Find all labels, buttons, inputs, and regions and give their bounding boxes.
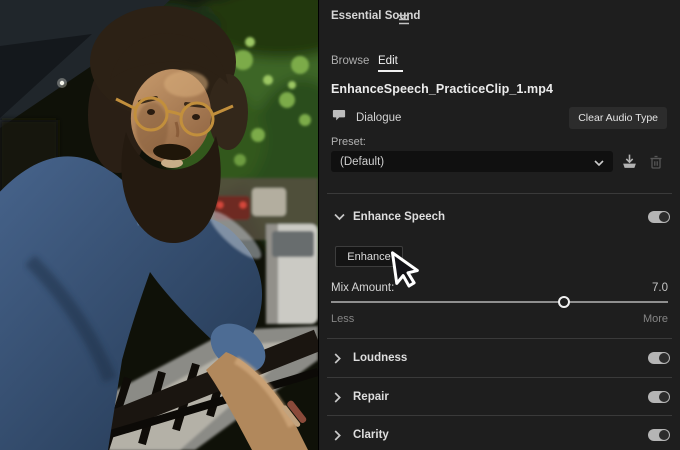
save-preset-icon[interactable] (618, 151, 640, 172)
chevron-down-icon (594, 153, 604, 171)
repair-toggle[interactable] (648, 391, 670, 403)
section-label: Enhance Speech (353, 211, 445, 223)
clear-audio-type-button[interactable]: Clear Audio Type (569, 107, 667, 129)
slider-min-label: Less (331, 313, 354, 325)
tab-edit[interactable]: Edit (378, 55, 398, 67)
tab-browse[interactable]: Browse (331, 55, 369, 67)
active-tab-underline (378, 70, 403, 72)
mix-amount-value: 7.0 (652, 282, 668, 294)
section-label: Loudness (353, 352, 407, 364)
toggle-knob (659, 430, 669, 440)
trash-icon (646, 151, 666, 172)
mix-amount-label: Mix Amount: (331, 282, 394, 294)
mix-slider-handle[interactable] (558, 296, 570, 308)
section-clarity: Clarity (319, 423, 680, 447)
preset-dropdown[interactable]: (Default) (331, 151, 613, 172)
divider (327, 415, 672, 416)
chevron-down-icon[interactable] (334, 213, 353, 221)
toggle-knob (659, 392, 669, 402)
preset-label: Preset: (331, 136, 366, 148)
app-window: Essential Sound Browse Edit EnhanceSpeec… (0, 0, 680, 450)
loudness-toggle[interactable] (648, 352, 670, 364)
section-label: Clarity (353, 429, 389, 441)
section-loudness: Loudness (319, 346, 680, 370)
enhance-speech-toggle[interactable] (648, 211, 670, 223)
audio-type-row: Dialogue Clear Audio Type (319, 106, 680, 130)
chevron-right-icon[interactable] (334, 430, 353, 441)
clip-name: EnhanceSpeech_PracticeClip_1.mp4 (331, 82, 553, 96)
section-enhance-speech: Enhance Speech (319, 205, 680, 229)
preset-value: (Default) (340, 156, 594, 168)
video-preview-frame (0, 0, 318, 450)
section-label: Repair (353, 391, 389, 403)
speech-bubble-icon (332, 109, 346, 127)
divider (327, 338, 672, 339)
slider-max-label: More (643, 313, 668, 325)
video-preview-art (0, 0, 318, 450)
divider (327, 377, 672, 378)
essential-sound-panel: Essential Sound Browse Edit EnhanceSpeec… (318, 0, 680, 450)
clarity-toggle[interactable] (648, 429, 670, 441)
audio-type-label: Dialogue (356, 112, 401, 124)
chevron-right-icon[interactable] (334, 353, 353, 364)
section-repair: Repair (319, 385, 680, 409)
mix-amount-slider[interactable] (331, 295, 668, 309)
toggle-knob (659, 212, 669, 222)
enhance-button[interactable]: Enhance (335, 246, 403, 267)
slider-track (331, 301, 668, 303)
chevron-right-icon[interactable] (334, 392, 353, 403)
toggle-knob (659, 353, 669, 363)
divider (327, 193, 672, 194)
hamburger-menu-icon[interactable] (398, 12, 410, 30)
